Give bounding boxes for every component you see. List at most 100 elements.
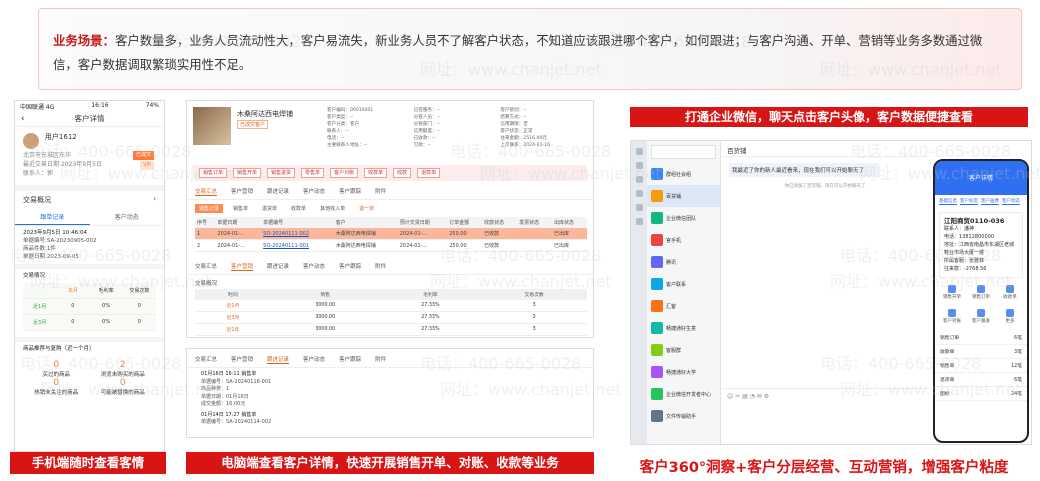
chat-title: 百货铺 <box>721 141 929 157</box>
subtab[interactable]: 退货单 <box>258 204 281 213</box>
subtab[interactable]: 销售记录 <box>195 204 224 213</box>
chat-list-item[interactable]: 企业微信开发者中心 <box>647 383 720 405</box>
subtab[interactable]: 收款单 <box>287 204 310 213</box>
search-input[interactable] <box>651 145 716 159</box>
tab-follow[interactable]: 跟进记录 <box>267 187 289 196</box>
tab-trade-summary[interactable]: 交易汇总 <box>195 355 217 364</box>
cell[interactable]: 近1年 <box>195 323 271 336</box>
subtab[interactable]: 销售单 <box>229 204 252 213</box>
chat-list-item[interactable]: 群组社会组 <box>647 163 720 185</box>
workbench-icon[interactable] <box>635 204 643 211</box>
chat-avatar <box>651 300 663 312</box>
follow-entry[interactable]: 01月16日 16:11 销售单 单据编号：SA-20240116-001 商品… <box>187 368 593 412</box>
tab-follow-log[interactable]: 跟单记录 <box>15 209 90 225</box>
goods-stat[interactable]: 2 浏览未购买的商品 <box>90 360 157 378</box>
goods-stat[interactable]: 0 买过的商品 <box>23 360 90 378</box>
subtab[interactable]: 退一单 <box>355 204 378 213</box>
sidebar-tab[interactable]: 客户画像 <box>981 198 999 205</box>
tab-marketing[interactable]: 客户营销 <box>231 355 253 364</box>
trade-overview-row[interactable]: 交易概况 › <box>15 185 164 209</box>
subtab[interactable]: 其他收入单 <box>316 204 349 213</box>
tab-tracking[interactable]: 客户跟踪 <box>339 262 361 271</box>
sidebar-tab[interactable]: 客户动态 <box>1002 198 1020 205</box>
customer-card[interactable]: 用户1612 北京市东城区东华 最近交易日期:2023年9月5日 联系人：郭 已… <box>15 127 164 185</box>
action-sales-bill[interactable]: 销售开单 <box>939 282 965 303</box>
stat-label: 浏览未购买的商品 <box>100 372 145 378</box>
toolbar-button[interactable]: 销售退货 <box>267 168 296 178</box>
back-arrow-icon[interactable]: ‹ <box>21 111 25 127</box>
tab-attachments[interactable]: 附件 <box>375 355 386 364</box>
tab-tracking[interactable]: 客户跟踪 <box>339 187 361 196</box>
sidebar-row[interactable]: 图标 24笔 <box>935 387 1027 401</box>
tab-activity[interactable]: 客户动态 <box>303 262 325 271</box>
tab-activity[interactable]: 客户动态 <box>303 187 325 196</box>
chat-list-item[interactable]: 百货铺 <box>647 185 720 207</box>
tab-marketing[interactable]: 客户营销 <box>231 187 253 196</box>
cell: 3 <box>481 311 587 324</box>
chat-list-item[interactable]: 客服群 <box>647 339 720 361</box>
action-sales-order[interactable]: 销售订单 <box>968 282 994 303</box>
table-row[interactable]: 2 2024-01-... SO-20240111-001 木桑阿达西电焊铺 2… <box>195 239 587 252</box>
cell[interactable]: 近3月 <box>195 311 271 324</box>
action-follow[interactable]: 客户跟进 <box>968 306 994 327</box>
chat-list-item[interactable]: 官手机 <box>647 229 720 251</box>
tab-attachments[interactable]: 附件 <box>375 262 386 271</box>
message-icon[interactable] <box>635 148 643 155</box>
sidebar-row[interactable]: 销售订单 6笔 <box>935 331 1027 345</box>
sidebar-row[interactable]: 收款单 3笔 <box>935 345 1027 359</box>
message-input[interactable]: ☺ ✂ ▤ ◔ ✉ ⚙ <box>721 388 929 444</box>
tab-marketing[interactable]: 客户营销 <box>231 262 254 271</box>
toolbar-button[interactable]: 销售开单 <box>233 168 262 178</box>
action-receipt[interactable]: 收款单 <box>997 282 1023 303</box>
docs-icon[interactable] <box>635 190 643 197</box>
toolbar-button[interactable]: 销售订单 <box>199 168 228 178</box>
chat-list: 群组社会组 百货铺企业微信团队官手机 腾讯 客户联系 汇客 畅捷通好生意 客服群 畅捷通好大学… <box>647 141 721 444</box>
tab-follow[interactable]: 跟进记录 <box>267 262 289 271</box>
order-link[interactable]: SO-20240111-002 <box>261 228 334 240</box>
chat-list-item[interactable]: 畅捷通好大学 <box>647 361 720 383</box>
goods-title: 商品推荐与复购（近一个月） <box>15 337 164 356</box>
trade-overview-table: 时间 销售 毛利率 交易次数 近1月 3000.00 27.33% 3 近3月 … <box>195 289 587 336</box>
tab-customer-activity[interactable]: 客户动态 <box>90 209 165 225</box>
tab-trade-summary[interactable]: 交易汇总 <box>195 262 217 271</box>
tab-activity[interactable]: 客户动态 <box>303 355 325 364</box>
calendar-icon[interactable] <box>635 176 643 183</box>
sidebar-row[interactable]: 销售单 12笔 <box>935 359 1027 373</box>
tab-attachments[interactable]: 附件 <box>375 187 386 196</box>
action-label: 客户对账 <box>943 319 961 324</box>
toolbar-button[interactable]: 退款单 <box>417 168 441 178</box>
tab-trade-summary[interactable]: 交易汇总 <box>195 187 218 196</box>
goods-stat[interactable]: 0 可能被替换的商品 <box>90 378 157 396</box>
mobile-nav-title: 客户详情 <box>74 114 105 123</box>
chat-list-item[interactable]: 客户联系 <box>647 273 720 295</box>
info-line: 上次联系：2024-01-16 <box>500 143 550 148</box>
input-toolbar-icons[interactable]: ☺ ✂ ▤ ◔ ✉ ⚙ <box>727 393 769 400</box>
action-reconcile[interactable]: 客户对账 <box>939 306 965 327</box>
goods-stat[interactable]: 0 热销未关注的商品 <box>23 378 90 396</box>
cell[interactable]: 近1月 <box>195 300 271 312</box>
toolbar-button[interactable]: 收款单 <box>364 168 388 178</box>
tab-follow[interactable]: 跟进记录 <box>267 355 290 364</box>
action-more[interactable]: 更多 <box>997 306 1023 327</box>
follow-entry[interactable]: 01月14日 17:27 销售单 单据编号：SA-20240114-002 <box>187 412 593 430</box>
drive-icon[interactable] <box>635 218 643 225</box>
sidebar-tab[interactable]: 客户标签 <box>960 198 978 205</box>
table-row[interactable]: 1 2024-01-... SO-20240111-002 木桑阿达西电焊铺 2… <box>195 228 587 240</box>
toolbar-button[interactable]: 客户对账 <box>330 168 359 178</box>
toolbar-button[interactable]: 收款 <box>393 168 412 178</box>
toolbar-button[interactable]: 零售单 <box>301 168 325 178</box>
chat-name: 企业微信团队 <box>666 215 697 222</box>
chat-list-item[interactable]: 企业微信团队 <box>647 207 720 229</box>
order-link[interactable]: SO-20240111-001 <box>261 239 334 252</box>
sidebar-tab[interactable]: 基础信息 <box>939 198 957 205</box>
tab-tracking[interactable]: 客户跟踪 <box>339 355 361 364</box>
sidebar-customer-card[interactable]: 江阳商贸0110-036 联系人：潘神 电话：13812800000 地址：江西… <box>939 212 1023 278</box>
sidebar-row[interactable]: 退货单 6笔 <box>935 373 1027 387</box>
chat-list-item[interactable]: 文件传输助手 <box>647 405 720 427</box>
chat-list-item[interactable]: 腾讯 <box>647 251 720 273</box>
contacts-icon[interactable] <box>635 162 643 169</box>
cell <box>517 228 553 240</box>
chat-list-item[interactable]: 汇客 <box>647 295 720 317</box>
row-label: 退货单 <box>940 378 955 383</box>
chat-list-item[interactable]: 畅捷通好生意 <box>647 317 720 339</box>
